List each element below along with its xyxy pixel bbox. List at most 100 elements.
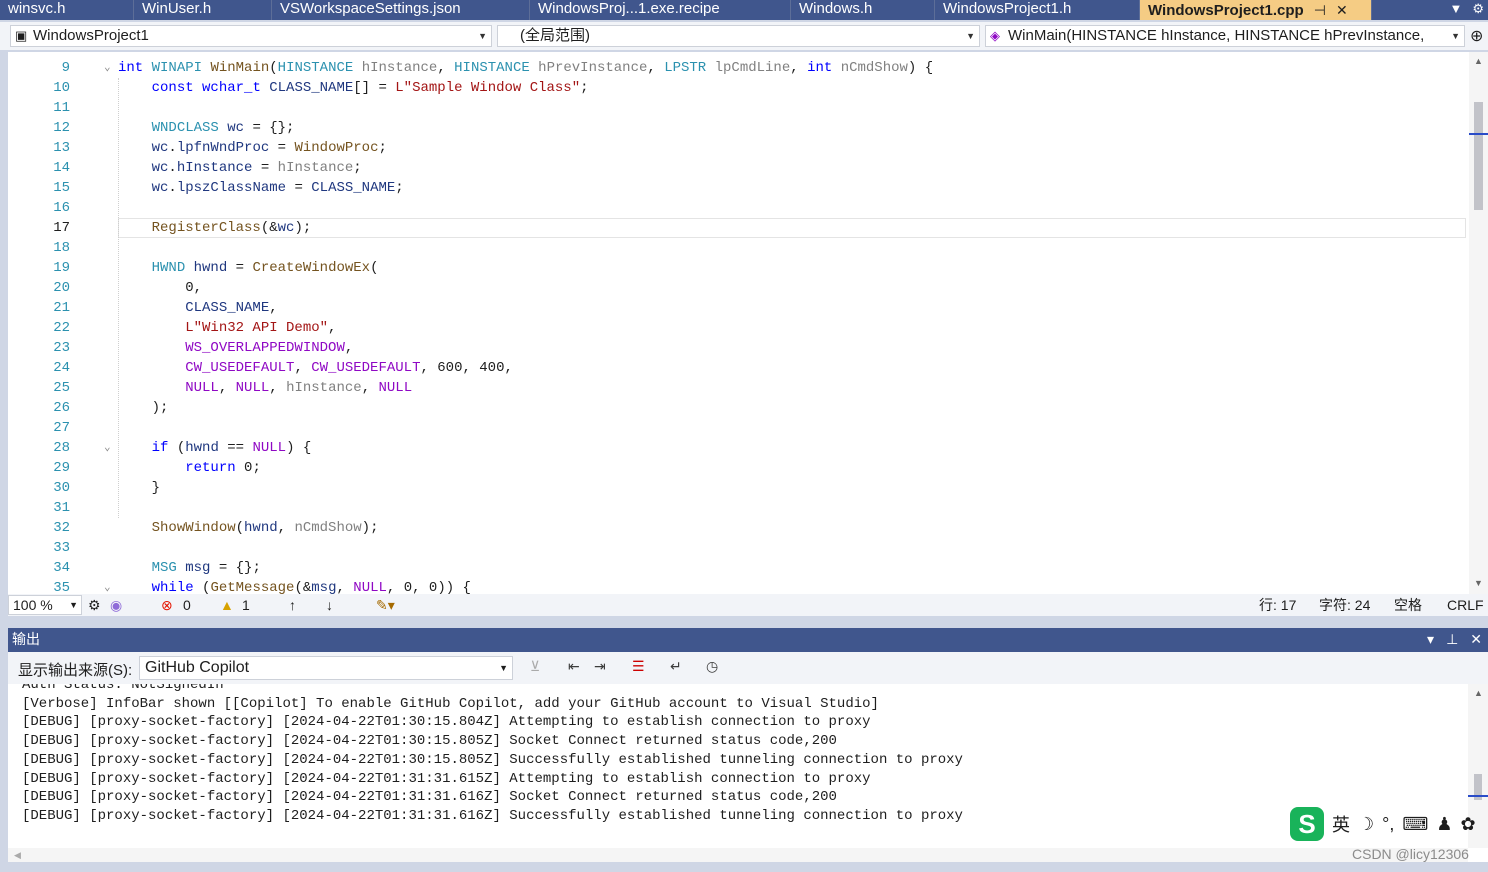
code-token: ShowWindow	[151, 520, 236, 536]
output-source-dropdown[interactable]: GitHub Copilot ▼	[139, 656, 513, 680]
word-wrap-icon[interactable]: ↵	[670, 658, 682, 675]
tab-winuser-h[interactable]: WinUser.h	[134, 0, 272, 20]
arrow-up-icon[interactable]: ↑	[289, 594, 296, 616]
tab-vsworkspacesettings-json[interactable]: VSWorkspaceSettings.json	[272, 0, 530, 20]
close-icon[interactable]: ✕	[1336, 2, 1348, 19]
scroll-left-icon[interactable]: ◀	[14, 850, 21, 861]
code-text: NULL, NULL, hInstance, NULL	[118, 378, 412, 398]
member-dropdown[interactable]: ◈ WinMain(HINSTANCE hInstance, HINSTANCE…	[985, 25, 1465, 47]
sogou-logo-icon[interactable]: S	[1290, 807, 1324, 841]
code-line[interactable]: 11	[8, 98, 1469, 118]
code-line[interactable]: 31	[8, 498, 1469, 518]
tab-recipe[interactable]: WindowsProj...1.exe.recipe	[530, 0, 791, 20]
code-token: hPrevInstance	[538, 60, 648, 76]
fold-chevron-icon[interactable]: ⌄	[104, 58, 111, 78]
code-line[interactable]: 25 NULL, NULL, hInstance, NULL	[8, 378, 1469, 398]
code-line[interactable]: 27	[8, 418, 1469, 438]
error-icon[interactable]: ⊗	[161, 594, 173, 616]
code-line[interactable]: 20 0,	[8, 278, 1469, 298]
chevron-down-icon[interactable]: ▾	[1427, 628, 1434, 650]
apps-icon[interactable]: ✿	[1460, 814, 1475, 835]
code-line[interactable]: 35 ⌄ while (GetMessage(&msg, NULL, 0, 0))…	[8, 578, 1469, 594]
moon-icon[interactable]: ☽	[1358, 814, 1374, 835]
code-line[interactable]: 14 wc.hInstance = hInstance;	[8, 158, 1469, 178]
code-line[interactable]: 22 L"Win32 API Demo",	[8, 318, 1469, 338]
code-line[interactable]: 17 RegisterClass(&wc);	[8, 218, 1469, 238]
indent-indicator[interactable]: 空格	[1394, 594, 1422, 616]
tab-windowsproject1-h[interactable]: WindowsProject1.h	[935, 0, 1140, 20]
output-text[interactable]: Auth Status: NotSignedIn [Verbose] InfoBa…	[8, 684, 1468, 848]
pin-icon[interactable]: ⊣	[1314, 2, 1326, 19]
code-line[interactable]: 33	[8, 538, 1469, 558]
scroll-up-icon[interactable]: ▲	[1474, 56, 1483, 66]
scope-dropdown[interactable]: (全局范围) ▼	[497, 25, 980, 47]
code-line[interactable]: 24 CW_USEDEFAULT, CW_USEDEFAULT, 600, 40…	[8, 358, 1469, 378]
clear-all-icon[interactable]: ☰	[632, 658, 645, 675]
fold-chevron-icon[interactable]: ⌄	[104, 438, 111, 458]
tab-list-dropdown-icon[interactable]: ▼	[1449, 0, 1462, 20]
error-count[interactable]: 0	[183, 594, 191, 616]
copilot-icon[interactable]: ◉	[110, 594, 122, 616]
split-editor-icon[interactable]: ⊕	[1470, 26, 1483, 46]
user-icon[interactable]: ♟	[1436, 814, 1452, 835]
zoom-dropdown[interactable]: 100 % ▼	[8, 595, 82, 615]
code-line[interactable]: 32 ShowWindow(hwnd, nCmdShow);	[8, 518, 1469, 538]
tab-winsvc-h[interactable]: winsvc.h	[0, 0, 134, 20]
tab-label: VSWorkspaceSettings.json	[280, 0, 461, 17]
pin-icon[interactable]: ⊥	[1446, 628, 1458, 650]
code-text: int WINAPI WinMain(HINSTANCE hInstance, …	[118, 58, 933, 78]
bottom-border	[0, 862, 1488, 872]
code-line[interactable]: 13 wc.lpfnWndProc = WindowProc;	[8, 138, 1469, 158]
arrow-down-icon[interactable]: ↓	[326, 594, 333, 616]
code-line[interactable]: 9 ⌄ int WINAPI WinMain(HINSTANCE hInstance…	[8, 58, 1469, 78]
tab-label: WinUser.h	[142, 0, 212, 17]
project-dropdown[interactable]: ▣ WindowsProject1 ▼	[10, 25, 492, 47]
punctuation-icon[interactable]: °,	[1382, 814, 1394, 835]
line-indicator[interactable]: 行: 17	[1259, 594, 1296, 616]
code-cleanup-icon[interactable]: ✎▾	[376, 594, 395, 616]
code-line[interactable]: 18	[8, 238, 1469, 258]
clock-icon[interactable]: ◷	[706, 658, 718, 675]
prev-message-icon[interactable]: ⇤	[568, 658, 580, 675]
line-ending-indicator[interactable]: CRLF	[1447, 594, 1484, 616]
code-token: wc	[227, 120, 245, 136]
code-line[interactable]: 30 }	[8, 478, 1469, 498]
code-line[interactable]: 19 HWND hwnd = CreateWindowEx(	[8, 258, 1469, 278]
code-editor[interactable]: 9 ⌄ int WINAPI WinMain(HINSTANCE hInstance…	[8, 52, 1469, 594]
editor-status-bar: 100 % ▼ ⚙ ◉ ⊗ 0 ▲ 1 ↑ ↓ ✎▾ 行: 17 字符: 24 空…	[8, 594, 1488, 616]
code-line[interactable]: 12 WNDCLASS wc = {};	[8, 118, 1469, 138]
code-line[interactable]: 28 ⌄ if (hwnd == NULL) {	[8, 438, 1469, 458]
gear-icon[interactable]: ⚙	[1472, 0, 1484, 20]
keyboard-icon[interactable]: ⌨	[1402, 814, 1428, 835]
scroll-down-icon[interactable]: ▼	[1474, 578, 1483, 588]
warning-count[interactable]: 1	[242, 594, 250, 616]
code-token: const	[151, 80, 194, 96]
code-token: );	[294, 220, 312, 236]
code-token: NULL	[185, 380, 219, 396]
column-indicator[interactable]: 字符: 24	[1319, 594, 1370, 616]
tab-windows-h[interactable]: Windows.h	[791, 0, 935, 20]
code-token: nCmdShow	[840, 60, 908, 76]
warning-icon[interactable]: ▲	[220, 594, 234, 616]
editor-vertical-scrollbar[interactable]: ▲ ▼	[1469, 52, 1488, 594]
find-message-icon[interactable]: ⊻	[530, 658, 540, 675]
code-line[interactable]: 21 CLASS_NAME,	[8, 298, 1469, 318]
scroll-up-icon[interactable]: ▲	[1474, 688, 1483, 698]
code-line[interactable]: 23 WS_OVERLAPPEDWINDOW,	[8, 338, 1469, 358]
code-line[interactable]: 26 );	[8, 398, 1469, 418]
intellicode-icon[interactable]: ⚙	[88, 594, 101, 616]
code-line[interactable]: 16	[8, 198, 1469, 218]
next-message-icon[interactable]: ⇥	[594, 658, 606, 675]
output-line: [DEBUG] [proxy-socket-factory] [2024-04-…	[22, 714, 871, 731]
fold-chevron-icon[interactable]: ⌄	[104, 578, 111, 594]
ime-language-indicator[interactable]: 英	[1332, 811, 1350, 837]
code-line[interactable]: 29 return 0;	[8, 458, 1469, 478]
code-line[interactable]: 34 MSG msg = {};	[8, 558, 1469, 578]
output-panel: 输出 ▾ ⊥ ✕ 显示输出来源(S): GitHub Copilot ▼ ⊻ ⇤…	[8, 628, 1488, 864]
scrollbar-thumb[interactable]	[1474, 102, 1483, 210]
close-icon[interactable]: ✕	[1470, 628, 1482, 650]
code-line[interactable]: 15 wc.lpszClassName = CLASS_NAME;	[8, 178, 1469, 198]
tab-windowsproject1-cpp[interactable]: WindowsProject1.cpp ⊣ ✕	[1140, 0, 1372, 20]
code-line[interactable]: 10 const wchar_t CLASS_NAME[] = L"Sample…	[8, 78, 1469, 98]
